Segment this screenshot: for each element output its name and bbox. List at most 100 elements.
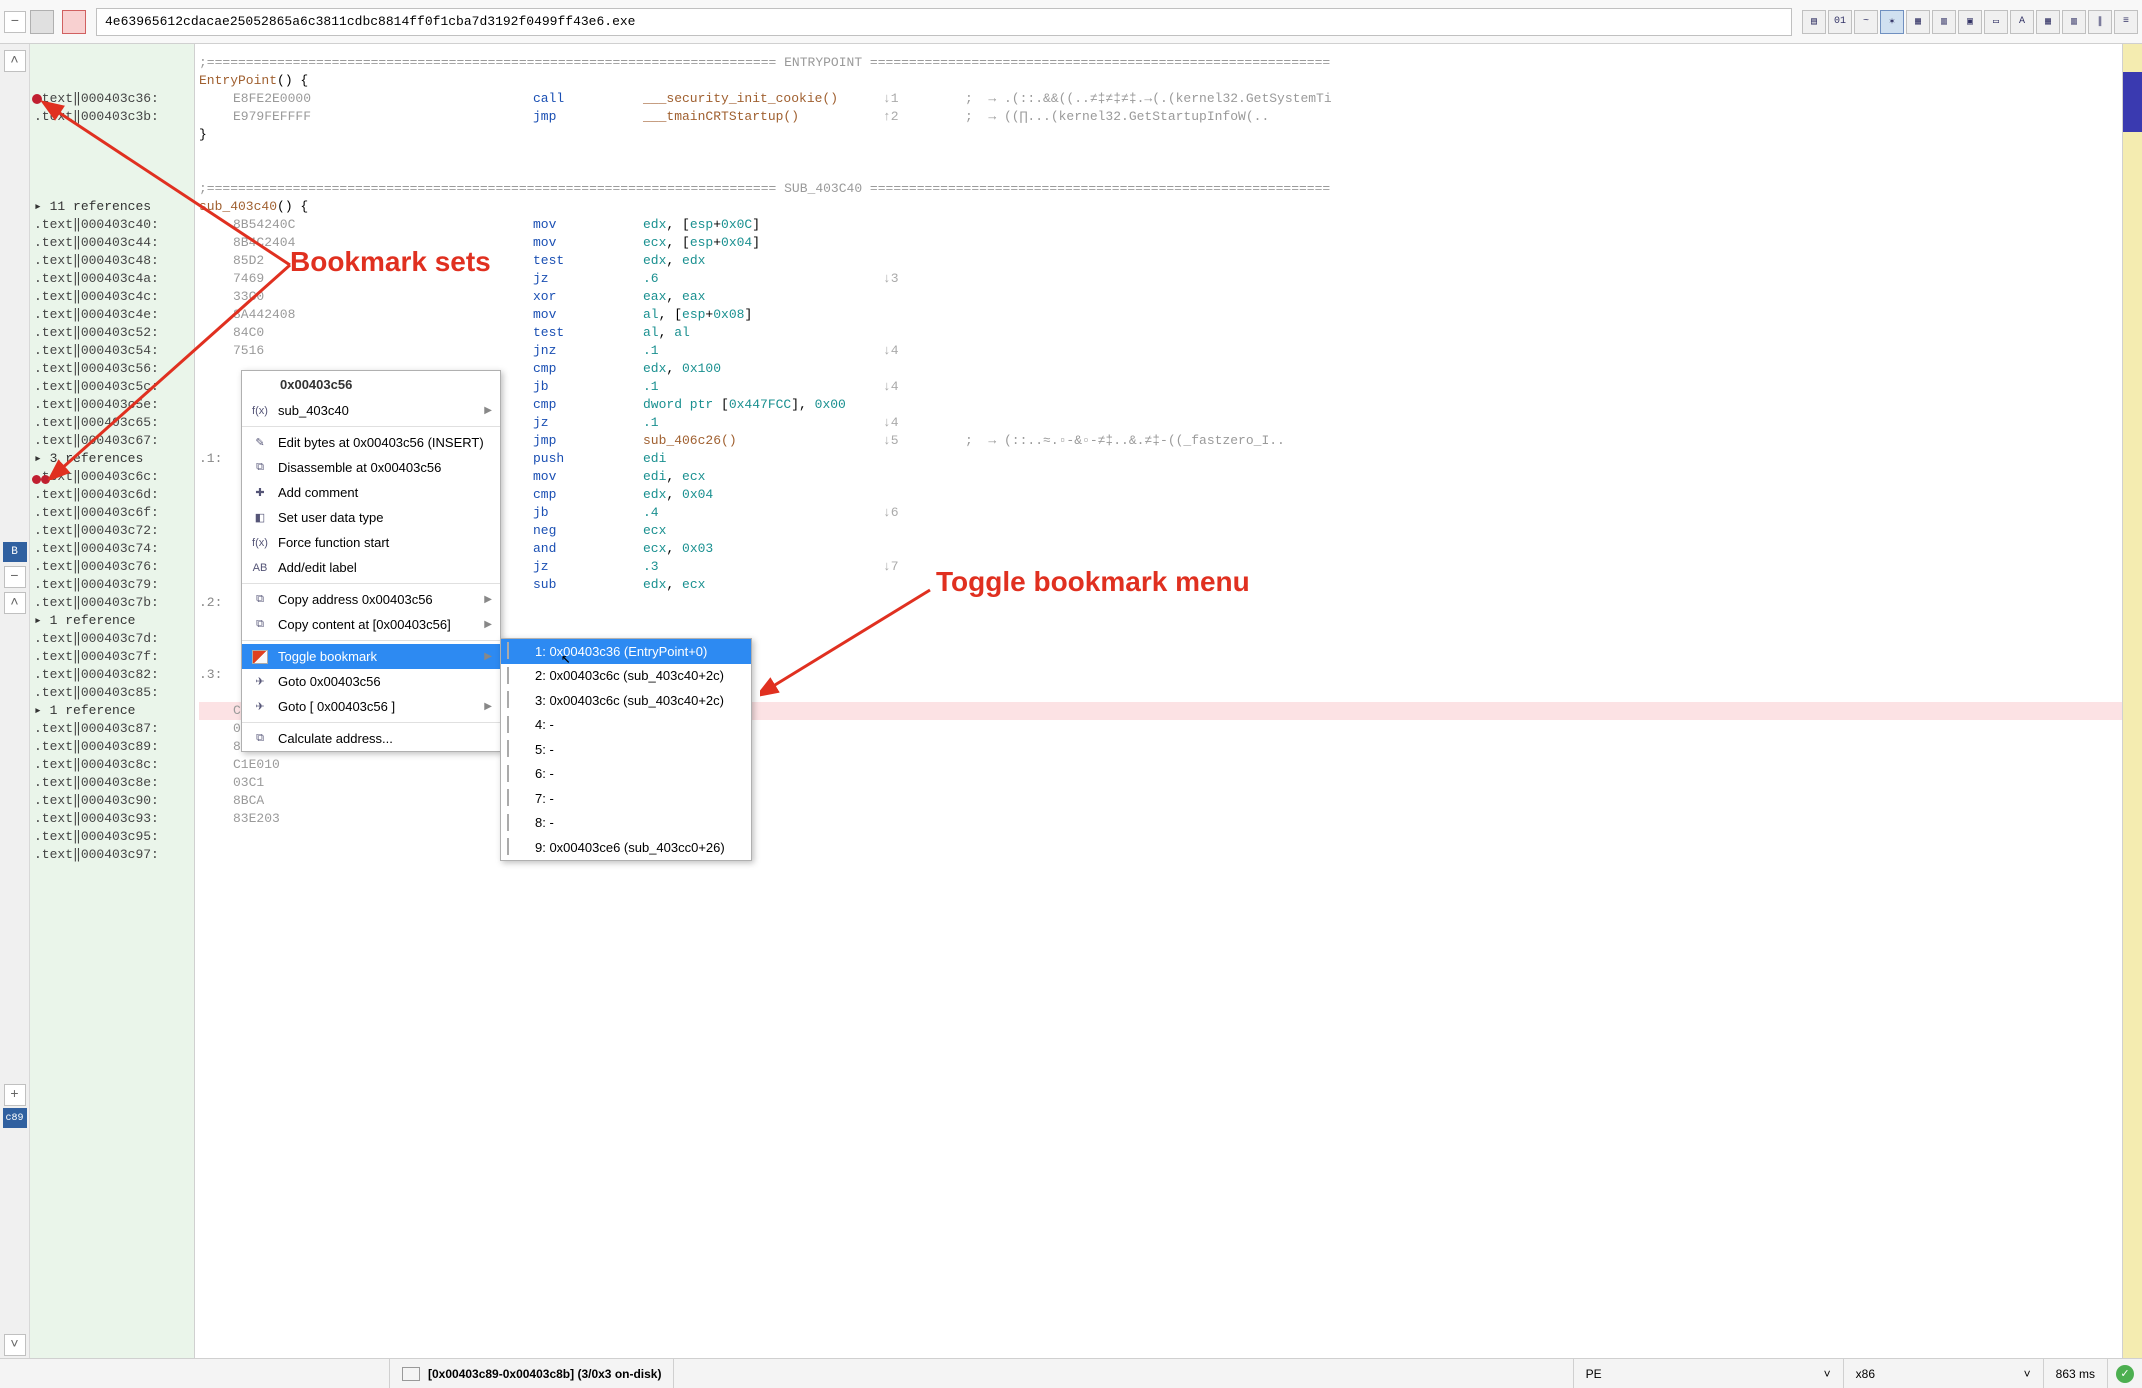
addr-line[interactable]: .text‖000403c8c: — [30, 756, 194, 774]
ctx-item[interactable]: f(x)sub_403c40▶ — [242, 398, 500, 423]
ctx-item[interactable]: f(x)Force function start — [242, 530, 500, 555]
addr-line[interactable]: .text‖000403c74: — [30, 540, 194, 558]
tool-11[interactable]: ▥ — [2062, 10, 2086, 34]
addr-line[interactable]: .text‖000403c93: — [30, 810, 194, 828]
ctx-item[interactable]: ◧Set user data type — [242, 505, 500, 530]
addr-line[interactable]: .text‖000403c40: — [30, 216, 194, 234]
code-row[interactable]: ;=======================================… — [199, 180, 2122, 198]
code-row[interactable]: ;=======================================… — [199, 54, 2122, 72]
status-format[interactable]: PE˅ — [1574, 1359, 1844, 1388]
filename-input[interactable] — [96, 8, 1792, 36]
bookmark-slot[interactable]: 3: 0x00403c6c (sub_403c40+2c) — [501, 688, 751, 713]
addr-line[interactable]: .text‖000403c48: — [30, 252, 194, 270]
addr-line[interactable]: .text‖000403c85: — [30, 684, 194, 702]
tool-9[interactable]: A — [2010, 10, 2034, 34]
addr-line[interactable]: .text‖000403c87: — [30, 720, 194, 738]
addr-line[interactable]: .text‖000403c79: — [30, 576, 194, 594]
addr-line[interactable]: .text‖000403c6f: — [30, 504, 194, 522]
addr-line[interactable]: .text‖000403c97: — [30, 846, 194, 864]
addr-line[interactable]: .text‖000403c4c: — [30, 288, 194, 306]
scroll-down[interactable]: ˅ — [4, 1334, 26, 1356]
addr-line[interactable] — [30, 180, 194, 198]
addr-line[interactable]: .text‖000403c7b: — [30, 594, 194, 612]
ctx-item[interactable]: ⧉Disassemble at 0x00403c56 — [242, 455, 500, 480]
code-row[interactable]: sub_403c40() { — [199, 198, 2122, 216]
addr-line[interactable]: .text‖000403c3b: — [30, 108, 194, 126]
addr-line[interactable]: .text‖000403c56: — [30, 360, 194, 378]
code-row[interactable]: E8FE2E0000call___security_init_cookie()↓… — [199, 90, 2122, 108]
ctx-item[interactable]: ✈Goto [ 0x00403c56 ]▶ — [242, 694, 500, 719]
scroll-up[interactable]: ˄ — [4, 50, 26, 72]
addr-line[interactable] — [30, 72, 194, 90]
code-row[interactable]: EntryPoint() { — [199, 72, 2122, 90]
code-row[interactable] — [199, 144, 2122, 162]
ctx-item[interactable]: ⧉Copy address 0x00403c56▶ — [242, 587, 500, 612]
addr-line[interactable]: .text‖000403c36: — [30, 90, 194, 108]
code-row[interactable]: 03C1 — [199, 774, 2122, 792]
addr-line[interactable]: .text‖000403c4a: — [30, 270, 194, 288]
ctx-item[interactable]: ✚Add comment — [242, 480, 500, 505]
bookmark-slot[interactable]: 2: 0x00403c6c (sub_403c40+2c) — [501, 664, 751, 689]
addr-line[interactable]: .text‖000403c8e: — [30, 774, 194, 792]
code-row[interactable]: 8B54240Cmovedx, [esp+0x0C] — [199, 216, 2122, 234]
addr-line[interactable]: .text‖000403c7f: — [30, 648, 194, 666]
addr-line[interactable]: .text‖000403c90: — [30, 792, 194, 810]
tool-13[interactable]: ≡ — [2114, 10, 2138, 34]
tool-6[interactable]: ▥ — [1932, 10, 1956, 34]
code-row[interactable]: } — [199, 126, 2122, 144]
ctx-item[interactable]: Toggle bookmark▶ — [242, 644, 500, 669]
ctx-item[interactable]: ✎Edit bytes at 0x00403c56 (INSERT) — [242, 430, 500, 455]
code-row[interactable]: 84C0testal, al — [199, 324, 2122, 342]
tag-c89[interactable]: c89 — [3, 1108, 27, 1128]
bookmark-slot[interactable]: 5: - — [501, 737, 751, 762]
file-close-icon[interactable] — [62, 10, 86, 34]
addr-line[interactable]: .text‖000403c82: — [30, 666, 194, 684]
addr-line[interactable]: .text‖000403c67: — [30, 432, 194, 450]
addr-line[interactable]: .text‖000403c52: — [30, 324, 194, 342]
addr-line[interactable] — [30, 126, 194, 144]
addr-line[interactable]: .text‖000403c95: — [30, 828, 194, 846]
code-row[interactable] — [199, 162, 2122, 180]
bookmark-slot[interactable]: 6: - — [501, 762, 751, 787]
addr-line[interactable]: .text‖000403c6d: — [30, 486, 194, 504]
code-row[interactable]: C1E010 — [199, 756, 2122, 774]
tool-10[interactable]: ▦ — [2036, 10, 2060, 34]
bookmark-slot[interactable]: 4: - — [501, 713, 751, 738]
code-row[interactable]: 8A442408moval, [esp+0x08] — [199, 306, 2122, 324]
ctx-item[interactable]: ABAdd/edit label — [242, 555, 500, 580]
tool-8[interactable]: ▭ — [1984, 10, 2008, 34]
ctx-item[interactable]: ✈Goto 0x00403c56 — [242, 669, 500, 694]
tool-3[interactable]: ~ — [1854, 10, 1878, 34]
addr-line[interactable] — [30, 54, 194, 72]
bookmark-slot[interactable]: 9: 0x00403ce6 (sub_403cc0+26) — [501, 835, 751, 860]
tool-12[interactable]: ∥ — [2088, 10, 2112, 34]
addr-line[interactable]: .text‖000403c65: — [30, 414, 194, 432]
ctx-item[interactable]: ⧉Calculate address... — [242, 726, 500, 751]
bookmark-slot[interactable]: 8: - — [501, 811, 751, 836]
addr-line[interactable]: ▸ 3 references — [30, 450, 194, 468]
addr-line[interactable]: .text‖000403c5e: — [30, 396, 194, 414]
addr-line[interactable]: .text‖000403c44: — [30, 234, 194, 252]
add-btn[interactable]: + — [4, 1084, 26, 1106]
addr-line[interactable]: .text‖000403c54: — [30, 342, 194, 360]
addr-line[interactable]: ▸ 1 reference — [30, 702, 194, 720]
bookmark-slot[interactable]: 1: 0x00403c36 (EntryPoint+0) — [501, 639, 751, 664]
ctx-item[interactable]: ⧉Copy content at [0x00403c56]▶ — [242, 612, 500, 637]
addr-line[interactable] — [30, 144, 194, 162]
tool-1[interactable]: ▤ — [1802, 10, 1826, 34]
minimap[interactable] — [2122, 44, 2142, 1358]
addr-line[interactable]: ▸ 11 references — [30, 198, 194, 216]
addr-line[interactable]: .text‖000403c7d: — [30, 630, 194, 648]
addr-line[interactable] — [30, 162, 194, 180]
addr-line[interactable]: .text‖000403c4e: — [30, 306, 194, 324]
tool-7[interactable]: ▣ — [1958, 10, 1982, 34]
addr-line[interactable]: .text‖000403c76: — [30, 558, 194, 576]
code-row[interactable]: E979FEFFFFjmp___tmainCRTStartup()↑2; → (… — [199, 108, 2122, 126]
code-row[interactable]: 85D2testedx, edx — [199, 252, 2122, 270]
addr-line[interactable]: ▸ 1 reference — [30, 612, 194, 630]
bookmark-slot[interactable]: 7: - — [501, 786, 751, 811]
code-row[interactable]: 8B4C2404movecx, [esp+0x04] — [199, 234, 2122, 252]
addr-line[interactable]: .text‖000403c5c: — [30, 378, 194, 396]
code-row[interactable]: 7469jz.6↓3 — [199, 270, 2122, 288]
code-row[interactable]: 8BCA — [199, 792, 2122, 810]
